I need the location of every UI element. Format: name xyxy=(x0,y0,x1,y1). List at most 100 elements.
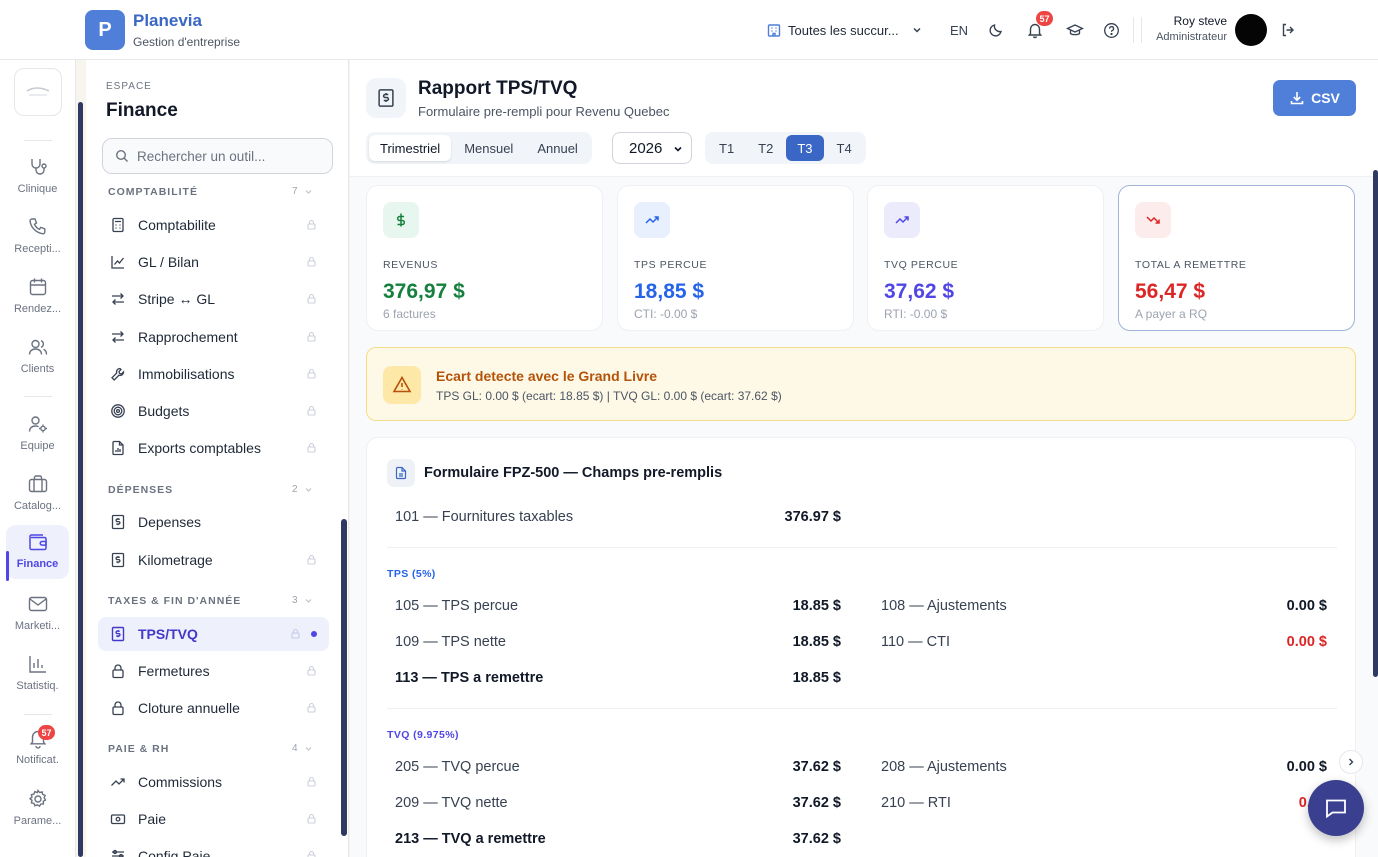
sidebar-item-label: Comptabilite xyxy=(138,217,216,233)
sidebar-item-immobilisations[interactable]: Immobilisations xyxy=(98,357,329,391)
sidebar-item-label: Exports comptables xyxy=(138,440,261,456)
line-209-label: 209 — TVQ nette xyxy=(395,795,508,811)
rail-label: Statistiq. xyxy=(16,680,59,692)
help-icon[interactable] xyxy=(1100,19,1122,41)
sidebar-item-label: Budgets xyxy=(138,403,190,419)
rail-scrollbar[interactable] xyxy=(78,102,83,857)
sidebar-item-budgets[interactable]: Budgets xyxy=(98,394,329,428)
avatar[interactable] xyxy=(1235,14,1267,46)
app-rail: Clinique Recepti... Rendez... Clients Eq… xyxy=(0,60,76,857)
stat-card-revenus: REVENUS 376,97 $ 6 factures xyxy=(366,185,603,331)
trending-up-icon xyxy=(884,202,920,238)
finance-sidebar: ESPACE Finance COMPTABILITÉ 7 Comptabili… xyxy=(86,60,349,857)
section-count: 3 xyxy=(292,595,298,606)
sidebar-item-commissions[interactable]: Commissions xyxy=(98,765,329,799)
notification-badge: 57 xyxy=(1036,11,1053,26)
tab-trimestriel[interactable]: Trimestriel xyxy=(369,135,452,161)
branch-selector[interactable]: Toutes les succur... xyxy=(766,0,923,60)
sidebar-item-config-paie[interactable]: Config Paie xyxy=(98,839,329,857)
stat-label: TVQ PERCUE xyxy=(884,259,959,271)
lock-icon xyxy=(306,776,317,787)
moon-icon[interactable] xyxy=(985,19,1007,41)
rail-item-statistiques[interactable]: Statistiq. xyxy=(6,647,69,699)
sidebar-item-label: Cloture annuelle xyxy=(138,700,240,716)
sidebar-menu: COMPTABILITÉ 7 Comptabilite GL / Bilan S… xyxy=(86,182,348,857)
rail-item-clinique[interactable]: Clinique xyxy=(6,150,69,202)
sidebar-item-tps-tvq[interactable]: TPS/TVQ xyxy=(98,617,329,651)
section-title: COMPTABILITÉ xyxy=(108,186,198,198)
period-tabs: Trimestriel Mensuel Annuel xyxy=(366,132,592,164)
stat-note: RTI: -0.00 $ xyxy=(884,307,948,321)
receipt-dollar-icon xyxy=(110,626,126,642)
brand-subtitle: Gestion d'entreprise xyxy=(133,35,241,49)
section-toggle[interactable]: 7 xyxy=(292,186,313,197)
tab-annuel[interactable]: Annuel xyxy=(526,135,588,161)
trending-up-icon xyxy=(110,774,126,790)
search-input[interactable] xyxy=(137,148,327,164)
main-scrollbar[interactable] xyxy=(1373,170,1378,677)
rail-item-equipe[interactable]: Equipe xyxy=(6,407,69,459)
language-toggle[interactable]: EN xyxy=(950,0,968,60)
sidebar-scrollbar[interactable] xyxy=(341,519,347,836)
sidebar-item-paie[interactable]: Paie xyxy=(98,802,329,836)
sidebar-item-exports-comptables[interactable]: Exports comptables xyxy=(98,431,329,465)
rail-item-rendez-vous[interactable]: Rendez... xyxy=(6,270,69,322)
line-205-label: 205 — TVQ percue xyxy=(395,759,520,775)
brand: Planevia Gestion d'entreprise xyxy=(133,11,240,49)
sidebar-item-rapprochement[interactable]: Rapprochement xyxy=(98,320,329,354)
stat-card-tvq: TVQ PERCUE 37,62 $ RTI: -0.00 $ xyxy=(867,185,1104,331)
line-101-label: 101 — Fournitures taxables xyxy=(395,509,574,525)
lock-icon xyxy=(110,700,126,716)
briefcase-icon xyxy=(27,473,49,495)
tab-t2[interactable]: T2 xyxy=(747,135,784,161)
rail-item-reception[interactable]: Recepti... xyxy=(6,210,69,262)
rail-item-finance[interactable]: Finance xyxy=(6,525,69,579)
graduation-cap-icon[interactable] xyxy=(1064,19,1086,41)
year-select[interactable]: 2026 xyxy=(612,132,692,164)
section-toggle[interactable]: 2 xyxy=(292,484,313,495)
stat-card-tps: TPS PERCUE 18,85 $ CTI: -0.00 $ xyxy=(617,185,854,331)
lock-icon xyxy=(290,628,301,639)
tab-t3[interactable]: T3 xyxy=(786,135,824,161)
alert-text: TPS GL: 0.00 $ (ecart: 18.85 $) | TVQ GL… xyxy=(436,389,782,403)
report-content: REVENUS 376,97 $ 6 factures TPS PERCUE 1… xyxy=(350,177,1378,857)
sidebar-item-depenses[interactable]: Depenses xyxy=(98,505,329,539)
sidebar-item-cloture-annuelle[interactable]: Cloture annuelle xyxy=(98,691,329,725)
user-info[interactable]: Roy steve Administrateur xyxy=(1140,14,1227,43)
company-logo[interactable] xyxy=(14,68,62,116)
brand-logo[interactable]: P xyxy=(85,10,125,50)
sidebar-item-kilometrage[interactable]: Kilometrage xyxy=(98,543,329,577)
csv-export-button[interactable]: CSV xyxy=(1273,80,1356,116)
stat-label: REVENUS xyxy=(383,259,438,271)
rail-item-catalogue[interactable]: Catalog... xyxy=(6,467,69,519)
sidebar-item-gl-bilan[interactable]: GL / Bilan xyxy=(98,245,329,279)
sidebar-item-comptabilite[interactable]: Comptabilite xyxy=(98,208,329,242)
gl-discrepancy-alert: Ecart detecte avec le Grand Livre TPS GL… xyxy=(366,347,1356,421)
tab-mensuel[interactable]: Mensuel xyxy=(453,135,524,161)
user-role: Administrateur xyxy=(1156,31,1227,43)
quarter-tabs: T1 T2 T3 T4 xyxy=(705,132,866,164)
chat-button[interactable] xyxy=(1308,780,1364,836)
tool-search[interactable] xyxy=(102,138,333,174)
tab-t1[interactable]: T1 xyxy=(708,135,745,161)
line-208-value: 0.00 $ xyxy=(1286,759,1327,775)
sidebar-item-label: Config Paie xyxy=(138,848,211,857)
rail-label: Marketi... xyxy=(14,620,61,632)
building-icon xyxy=(766,22,782,38)
tab-t4[interactable]: T4 xyxy=(826,135,863,161)
line-208-label: 208 — Ajustements xyxy=(881,759,1007,775)
rail-item-clients[interactable]: Clients xyxy=(6,330,69,382)
sidebar-item-stripe-gl[interactable]: Stripe ↔ GL xyxy=(98,282,329,316)
rail-item-marketing[interactable]: Marketi... xyxy=(6,587,69,639)
logout-icon[interactable] xyxy=(1277,19,1299,41)
sidebar-item-fermetures[interactable]: Fermetures xyxy=(98,654,329,688)
stat-value: 376,97 $ xyxy=(383,280,465,303)
section-toggle[interactable]: 3 xyxy=(292,595,313,606)
language-label: EN xyxy=(950,22,969,38)
active-dot xyxy=(311,631,317,637)
rail-item-parametres[interactable]: Parame... xyxy=(6,782,69,834)
rail-item-notifications[interactable]: Notificat. xyxy=(6,721,69,773)
section-toggle[interactable]: 4 xyxy=(292,743,313,754)
line-110-label: 110 — CTI xyxy=(881,634,951,650)
chevron-right-icon[interactable] xyxy=(1339,750,1363,774)
